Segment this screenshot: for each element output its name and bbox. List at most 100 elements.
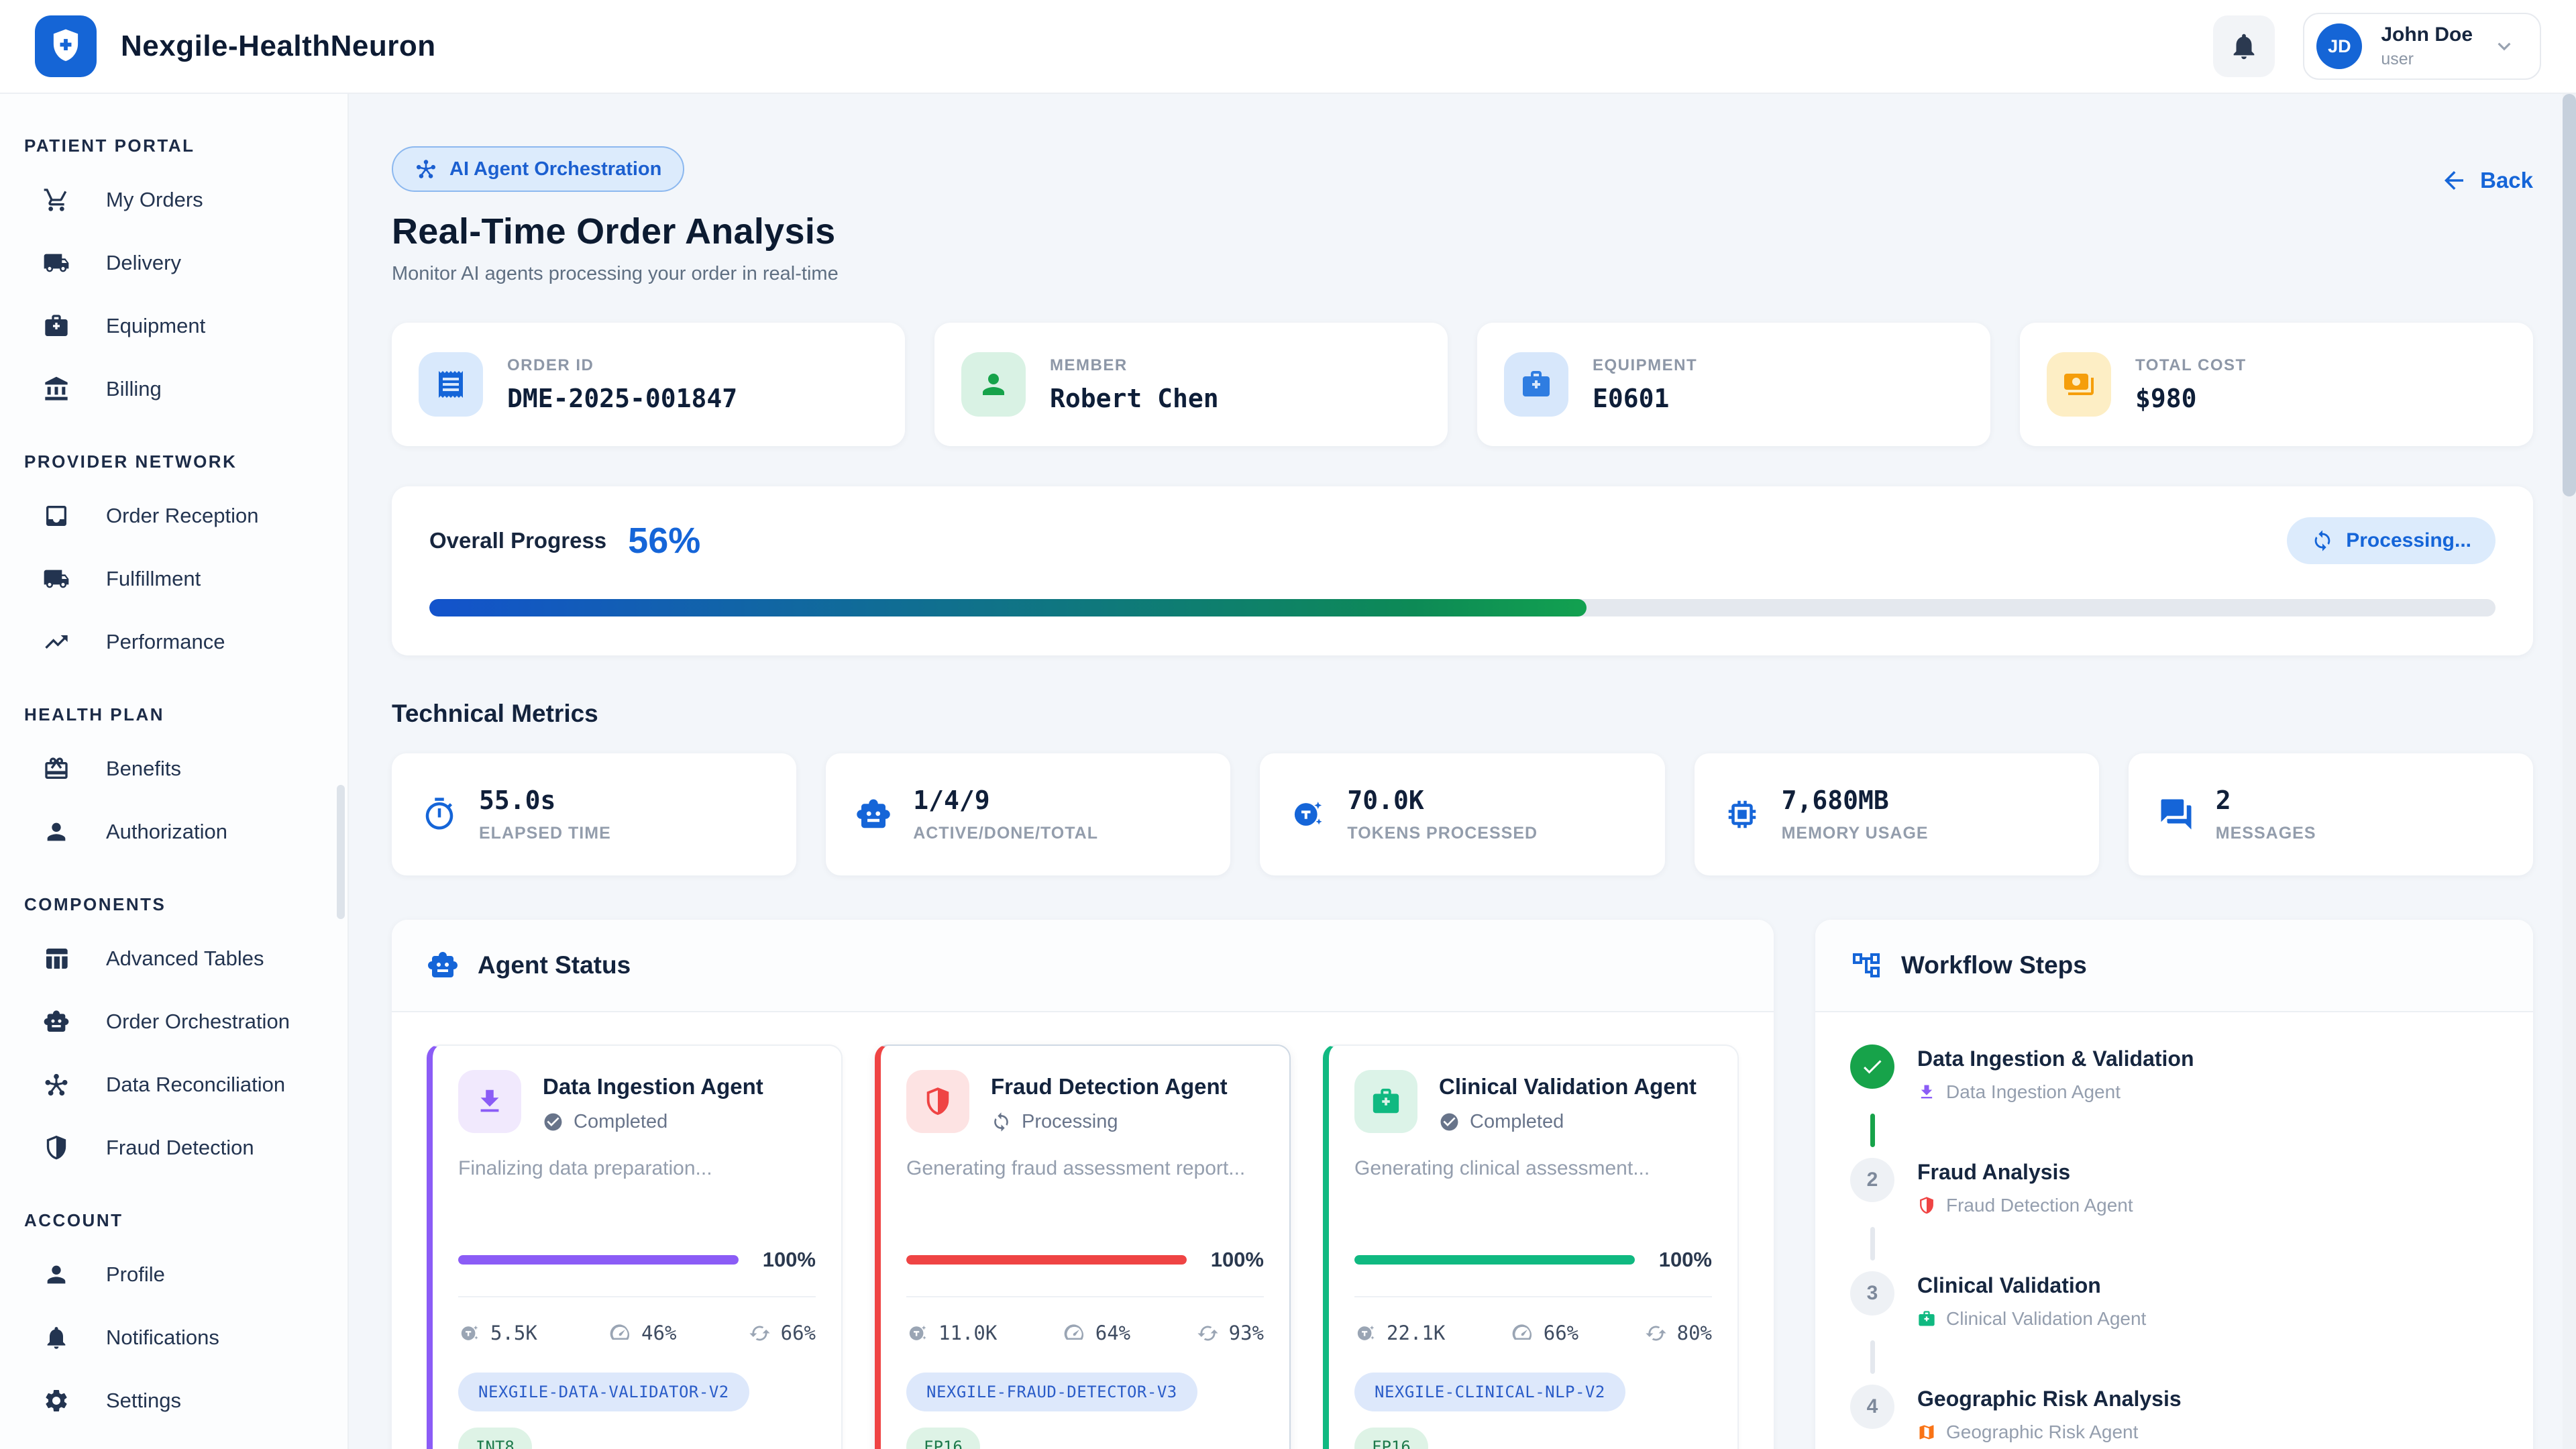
medical-bag-icon bbox=[1371, 1086, 1401, 1117]
agent-status-panel: Agent Status Data Ingestion AgentComplet… bbox=[392, 920, 1774, 1449]
divider bbox=[1354, 1296, 1712, 1297]
sidebar-item-fraud-detection[interactable]: Fraud Detection bbox=[0, 1116, 347, 1179]
sidebar-item-label: Profile bbox=[106, 1263, 165, 1287]
metric-card-messages: 2MESSAGES bbox=[2129, 753, 2533, 875]
sidebar-item-advanced-tables[interactable]: Advanced Tables bbox=[0, 927, 347, 990]
sidebar-item-performance[interactable]: Performance bbox=[0, 610, 347, 674]
agent-stat-value: 22.1K bbox=[1387, 1322, 1445, 1344]
step-text: Fraud AnalysisFraud Detection Agent bbox=[1917, 1158, 2133, 1216]
page-head: AI Agent Orchestration Real-Time Order A… bbox=[392, 146, 839, 285]
step-done-check-icon bbox=[1850, 1044, 1894, 1089]
token-icon bbox=[1289, 796, 1326, 833]
agent-stat: 46% bbox=[609, 1322, 676, 1344]
robot-icon bbox=[43, 1008, 70, 1035]
person-icon-box bbox=[961, 352, 1026, 417]
back-button[interactable]: Back bbox=[2440, 166, 2533, 195]
notifications-button[interactable] bbox=[2213, 15, 2275, 77]
sidebar-item-order-orchestration[interactable]: Order Orchestration bbox=[0, 990, 347, 1053]
sidebar-item-delivery[interactable]: Delivery bbox=[0, 231, 347, 294]
cached-icon bbox=[1197, 1322, 1219, 1344]
info-card-text: EQUIPMENT E0601 bbox=[1593, 356, 1697, 413]
sidebar-item-data-reconciliation[interactable]: Data Reconciliation bbox=[0, 1053, 347, 1116]
speed-icon bbox=[609, 1322, 631, 1344]
agent-badges: NEXGILE-DATA-VALIDATOR-V2INT8 bbox=[458, 1373, 816, 1449]
agent-stat: 5.5K bbox=[458, 1322, 537, 1344]
window-scrollbar-thumb[interactable] bbox=[2563, 94, 2576, 496]
sidebar-section-components: COMPONENTSAdvanced TablesOrder Orchestra… bbox=[0, 863, 347, 1179]
sidebar-item-fulfillment[interactable]: Fulfillment bbox=[0, 547, 347, 610]
step-title: Fraud Analysis bbox=[1917, 1158, 2133, 1185]
sidebar-item-settings[interactable]: Settings bbox=[0, 1369, 347, 1432]
sidebar-item-profile[interactable]: Profile bbox=[0, 1243, 347, 1306]
sidebar-item-equipment[interactable]: Equipment bbox=[0, 294, 347, 358]
sidebar-item-my-orders[interactable]: My Orders bbox=[0, 168, 347, 231]
payments-icon-box bbox=[2047, 352, 2111, 417]
metric-value: 1/4/9 bbox=[913, 786, 1098, 815]
info-card-label: MEMBER bbox=[1050, 356, 1219, 375]
processing-status-badge: Processing... bbox=[2287, 517, 2496, 564]
agent-activity-text: Generating clinical assessment... bbox=[1354, 1157, 1712, 1248]
agent-stat: 93% bbox=[1197, 1322, 1264, 1344]
agent-progress-fill bbox=[906, 1255, 1187, 1265]
metric-card-elapsed-time: 55.0sELAPSED TIME bbox=[392, 753, 796, 875]
agent-stat: 80% bbox=[1645, 1322, 1712, 1344]
metric-value: 7,680MB bbox=[1782, 786, 1929, 815]
step-connector bbox=[1870, 1227, 1875, 1260]
agent-precision-badge: FP16 bbox=[906, 1428, 980, 1449]
agent-stat: 22.1K bbox=[1354, 1322, 1445, 1344]
download-icon-box bbox=[458, 1070, 521, 1133]
info-card-value: E0601 bbox=[1593, 384, 1697, 413]
user-name: John Doe bbox=[2381, 23, 2473, 46]
overall-progress-bar bbox=[429, 599, 2496, 616]
technical-metrics-heading: Technical Metrics bbox=[392, 700, 2533, 728]
technical-metrics-cards: 55.0sELAPSED TIME1/4/9ACTIVE/DONE/TOTAL7… bbox=[392, 753, 2533, 875]
order-info-cards: ORDER IDDME-2025-001847MEMBERRobert Chen… bbox=[392, 323, 2533, 446]
metric-text: 55.0sELAPSED TIME bbox=[479, 786, 611, 843]
workflow-tree-icon bbox=[1850, 949, 1882, 981]
forum-icon bbox=[2158, 796, 2194, 833]
agent-card-fraud-detection-agent: Fraud Detection AgentProcessingGeneratin… bbox=[875, 1044, 1291, 1449]
user-menu[interactable]: JD John Doe user bbox=[2303, 13, 2541, 80]
sidebar-section-patient-portal: PATIENT PORTALMy OrdersDeliveryEquipment… bbox=[0, 105, 347, 421]
agent-stat: 11.0K bbox=[906, 1322, 997, 1344]
sidebar-item-label: Fraud Detection bbox=[106, 1136, 254, 1160]
agent-stat: 66% bbox=[749, 1322, 816, 1344]
sidebar-item-label: Benefits bbox=[106, 757, 181, 781]
info-card-label: EQUIPMENT bbox=[1593, 356, 1697, 375]
shield-half-icon bbox=[1917, 1196, 1936, 1215]
main-content: AI Agent Orchestration Real-Time Order A… bbox=[349, 94, 2576, 1449]
payments-icon bbox=[2063, 368, 2095, 400]
info-card-text: MEMBERRobert Chen bbox=[1050, 356, 1219, 413]
agent-status-label: Completed bbox=[574, 1111, 667, 1133]
sidebar-item-order-reception[interactable]: Order Reception bbox=[0, 484, 347, 547]
sidebar-item-benefits[interactable]: Benefits bbox=[0, 737, 347, 800]
agent-progress: 100% bbox=[458, 1248, 816, 1272]
sidebar-item-notifications[interactable]: Notifications bbox=[0, 1306, 347, 1369]
chevron-down-icon bbox=[2491, 34, 2517, 59]
sidebar-section-provider-network: PROVIDER NETWORKOrder ReceptionFulfillme… bbox=[0, 421, 347, 674]
step-agent: Data Ingestion Agent bbox=[1917, 1081, 2194, 1103]
window-scrollbar[interactable] bbox=[2563, 94, 2576, 1449]
agent-stat: 66% bbox=[1511, 1322, 1578, 1344]
agent-status-label: Completed bbox=[1470, 1111, 1564, 1133]
agent-badges: NEXGILE-CLINICAL-NLP-V2FP16 bbox=[1354, 1373, 1712, 1449]
step-text: Clinical ValidationClinical Validation A… bbox=[1917, 1271, 2146, 1330]
app-title: Nexgile-HealthNeuron bbox=[121, 30, 436, 63]
download-icon bbox=[474, 1086, 505, 1117]
step-connector bbox=[1870, 1340, 1875, 1374]
workflow-step-data-ingestion-validation: Data Ingestion & ValidationData Ingestio… bbox=[1850, 1044, 2498, 1103]
robot-icon bbox=[855, 796, 892, 833]
metric-card-tokens-processed: 70.0KTOKENS PROCESSED bbox=[1260, 753, 1664, 875]
medical-bag-icon-box bbox=[1354, 1070, 1417, 1133]
agent-card-data-ingestion-agent: Data Ingestion AgentCompletedFinalizing … bbox=[427, 1044, 843, 1449]
sidebar-item-authorization[interactable]: Authorization bbox=[0, 800, 347, 863]
step-number: 2 bbox=[1850, 1158, 1894, 1202]
workflow-step-geographic-risk-analysis: 4Geographic Risk AnalysisGeographic Risk… bbox=[1850, 1385, 2498, 1443]
agent-name: Fraud Detection Agent bbox=[991, 1070, 1228, 1099]
agent-progress-bar bbox=[906, 1255, 1187, 1265]
sidebar-scrollbar[interactable] bbox=[337, 785, 345, 919]
badge-label: AI Agent Orchestration bbox=[449, 158, 661, 180]
overall-progress-fill bbox=[429, 599, 1587, 616]
medical-bag-icon bbox=[43, 313, 70, 339]
sidebar-item-billing[interactable]: Billing bbox=[0, 358, 347, 421]
